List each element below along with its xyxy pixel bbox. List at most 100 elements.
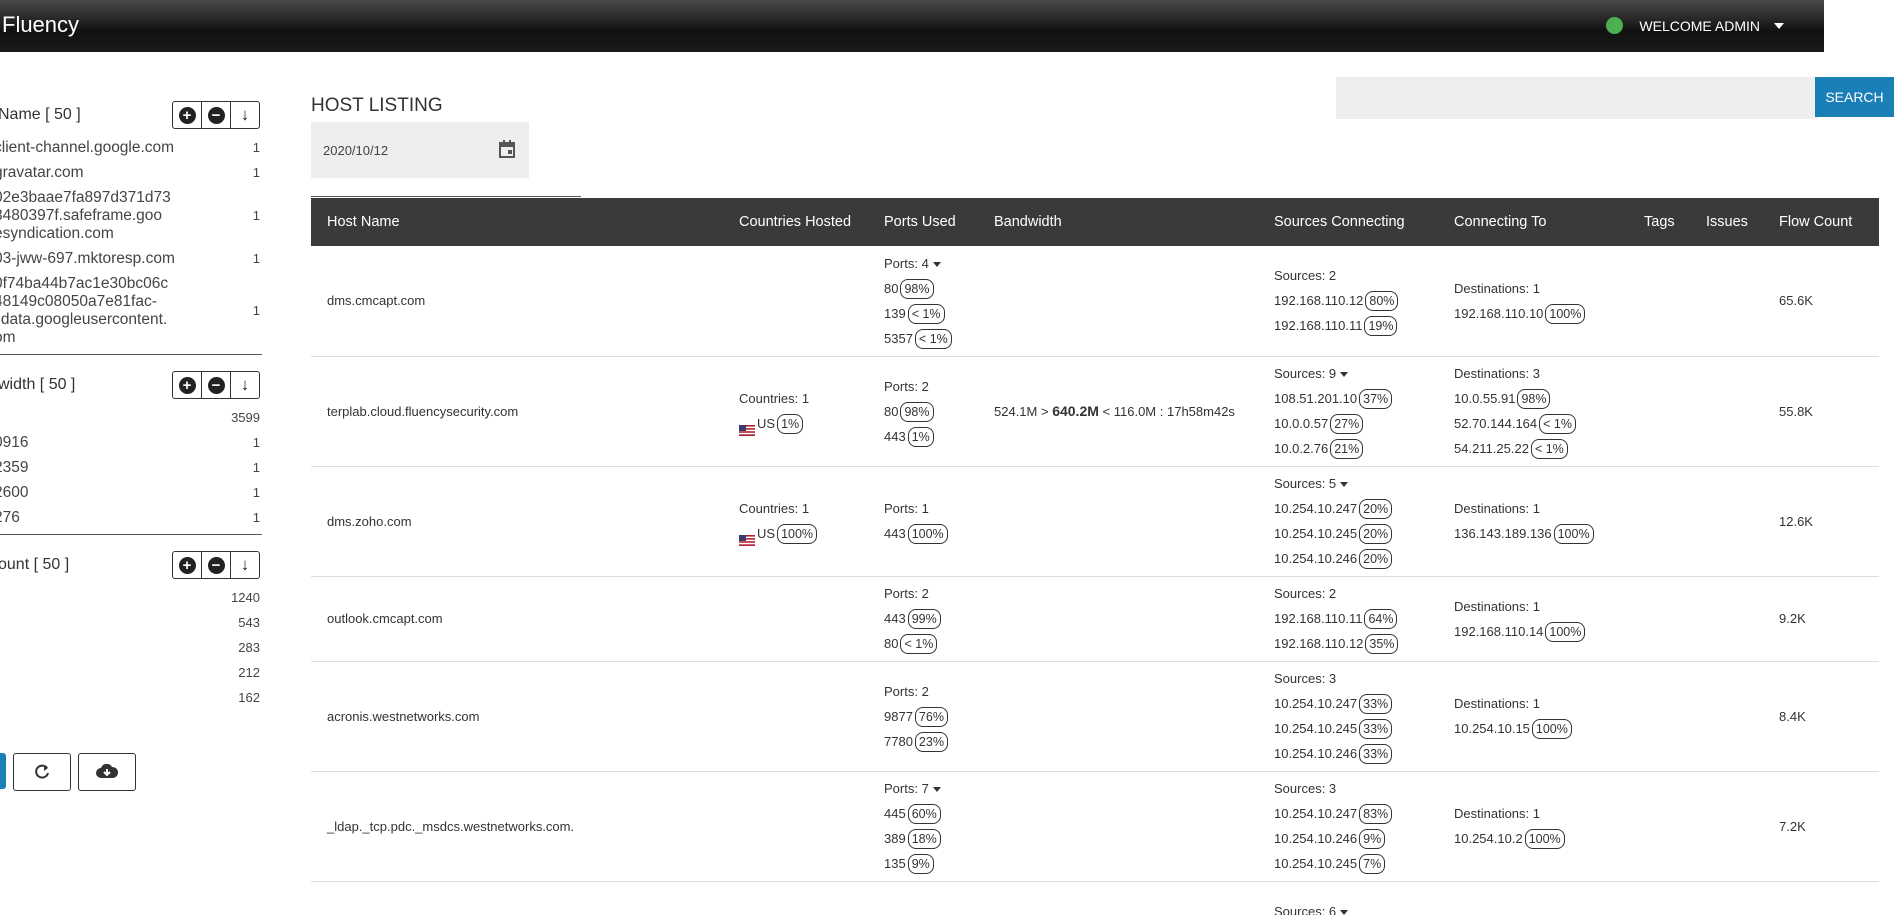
port[interactable]: 135 9% (884, 851, 986, 876)
facet-item[interactable]: 212 (0, 664, 262, 682)
destination-ip[interactable]: 10.254.10.15 100% (1454, 716, 1636, 741)
destination-ip[interactable]: 10.0.55.91 98% (1454, 386, 1636, 411)
destination-ip[interactable]: 192.168.110.10 100% (1454, 301, 1636, 326)
column-header[interactable]: Countries Hosted (731, 198, 876, 246)
column-header[interactable]: Connecting To (1446, 198, 1636, 246)
expand-button[interactable]: + (173, 102, 201, 128)
facet-item[interactable]: 0916 1 (0, 434, 262, 452)
cell-summary[interactable]: Sources: 5 (1274, 471, 1446, 496)
column-header[interactable]: Flow Count (1771, 198, 1879, 246)
sort-button[interactable]: ↓ (230, 372, 259, 398)
cell-summary[interactable]: Ports: 4 (884, 251, 986, 276)
table-row[interactable]: outlook.cmcapt.com Ports: 2 443 99% 80 < 1% So… (311, 576, 1879, 661)
port[interactable]: 7780 23% (884, 729, 986, 754)
source-ip[interactable]: 10.254.10.246 9% (1274, 826, 1446, 851)
port[interactable]: 443 1% (884, 424, 986, 449)
destination-ip[interactable]: 54.211.25.22 < 1% (1454, 436, 1636, 461)
source-ip[interactable]: 192.168.110.11 64% (1274, 606, 1446, 631)
facet-item[interactable]: 543 (0, 614, 262, 632)
user-menu[interactable]: WELCOME ADMIN (1606, 17, 1784, 34)
calendar-icon[interactable] (499, 140, 515, 158)
port[interactable]: 80 98% (884, 276, 986, 301)
collapse-button[interactable]: − (201, 372, 230, 398)
source-ip[interactable]: 192.168.110.11 19% (1274, 313, 1446, 338)
column-header[interactable]: Issues (1698, 198, 1771, 246)
facet-item[interactable]: 03-jww-697.mktoresp.com 1 (0, 250, 262, 268)
port[interactable]: 139 < 1% (884, 301, 986, 326)
source-ip[interactable]: 192.168.110.12 80% (1274, 288, 1446, 313)
facet-item[interactable]: client-channel.google.com 1 (0, 139, 262, 157)
table-row[interactable]: acronis.westnetworks.com Ports: 2 9877 76% 7… (311, 661, 1879, 771)
host-name[interactable]: dms.cmcapt.com (311, 293, 425, 308)
sort-button[interactable]: ↓ (230, 102, 259, 128)
source-ip[interactable]: 10.0.0.57 27% (1274, 411, 1446, 436)
host-name[interactable]: dms.zoho.com (311, 514, 412, 529)
facet-item[interactable]: 1240 (0, 589, 262, 607)
facet-item[interactable]: gravatar.com 1 (0, 164, 262, 182)
search-input[interactable] (1336, 77, 1818, 119)
port[interactable]: 443 99% (884, 606, 986, 631)
facet-item[interactable]: 2600 1 (0, 484, 262, 502)
country-entry[interactable]: US 100% (739, 521, 876, 547)
search-button[interactable]: SEARCH (1815, 77, 1894, 117)
port[interactable]: 443 100% (884, 521, 986, 546)
source-ip[interactable]: 10.0.2.76 21% (1274, 436, 1446, 461)
brand-logo[interactable]: Fluency (2, 12, 79, 38)
table-row[interactable]: terplab.cloud.fluencysecurity.com Countri… (311, 356, 1879, 466)
port[interactable]: 389 18% (884, 826, 986, 851)
facet-item[interactable]: 162 (0, 689, 262, 707)
destination-ip[interactable]: 10.254.10.2 100% (1454, 826, 1636, 851)
column-header[interactable]: Sources Connecting (1266, 198, 1446, 246)
facet-item[interactable]: 283 (0, 639, 262, 657)
port[interactable]: 80 < 1% (884, 631, 986, 656)
column-header[interactable]: Tags (1636, 198, 1698, 246)
date-picker[interactable]: 2020/10/12 (311, 122, 529, 178)
source-ip[interactable]: 10.254.10.247 20% (1274, 496, 1446, 521)
host-name[interactable]: acronis.westnetworks.com (311, 709, 479, 724)
expand-button[interactable]: + (173, 552, 201, 578)
table-row[interactable]: _ldap._tcp.pdc._msdcs.westnetworks.com. P… (311, 771, 1879, 881)
destination-ip[interactable]: 192.168.110.14 100% (1454, 619, 1636, 644)
column-header[interactable]: Ports Used (876, 198, 986, 246)
host-name[interactable] (311, 904, 327, 915)
sort-button[interactable]: ↓ (230, 552, 259, 578)
table-row[interactable]: Sources: 6 (311, 881, 1879, 915)
source-ip[interactable]: 10.254.10.246 33% (1274, 741, 1446, 766)
source-ip[interactable]: 10.254.10.247 33% (1274, 691, 1446, 716)
host-name[interactable]: terplab.cloud.fluencysecurity.com (311, 404, 518, 419)
column-header[interactable]: Bandwidth (986, 198, 1266, 246)
destination-ip[interactable]: 52.70.144.164 < 1% (1454, 411, 1636, 436)
facet-item[interactable]: 0f74ba44b7ac1e30bc06c 48149c08050a7e81fa… (0, 275, 262, 347)
collapse-button[interactable]: − (201, 552, 230, 578)
host-name[interactable]: outlook.cmcapt.com (311, 611, 443, 626)
cell-summary[interactable]: Sources: 6 (1274, 899, 1446, 915)
cell-summary[interactable]: Ports: 7 (884, 776, 986, 801)
country-entry[interactable]: US 1% (739, 411, 876, 437)
refresh-button[interactable] (13, 753, 71, 791)
collapse-button[interactable]: − (201, 102, 230, 128)
source-ip[interactable]: 108.51.201.10 37% (1274, 386, 1446, 411)
download-button[interactable] (78, 753, 136, 791)
facet-item[interactable]: 02e3baae7fa897d371d73 3480397f.safeframe… (0, 189, 262, 243)
source-ip[interactable]: 10.254.10.247 83% (1274, 801, 1446, 826)
column-header[interactable]: Host Name (311, 198, 731, 246)
host-name[interactable]: _ldap._tcp.pdc._msdcs.westnetworks.com. (311, 819, 574, 834)
facet-item[interactable]: 276 1 (0, 509, 262, 527)
table-row[interactable]: dms.zoho.com Countries: 1 US 100% Ports: 1 44… (311, 466, 1879, 576)
port[interactable]: 445 60% (884, 801, 986, 826)
port[interactable]: 80 98% (884, 399, 986, 424)
facet-item[interactable]: 2359 1 (0, 459, 262, 477)
table-row[interactable]: dms.cmcapt.com Ports: 4 80 98% 139 < 1% 5357 < … (311, 246, 1879, 356)
source-ip[interactable]: 10.254.10.246 20% (1274, 546, 1446, 571)
source-ip[interactable]: 192.168.110.12 35% (1274, 631, 1446, 656)
expand-button[interactable]: + (173, 372, 201, 398)
port[interactable]: 9877 76% (884, 704, 986, 729)
apply-button[interactable] (0, 753, 6, 789)
source-ip[interactable]: 10.254.10.245 33% (1274, 716, 1446, 741)
destination-ip[interactable]: 136.143.189.136 100% (1454, 521, 1636, 546)
source-ip[interactable]: 10.254.10.245 20% (1274, 521, 1446, 546)
facet-item[interactable]: 3599 (0, 409, 262, 427)
port[interactable]: 5357 < 1% (884, 326, 986, 351)
cell-summary[interactable]: Sources: 9 (1274, 361, 1446, 386)
source-ip[interactable]: 10.254.10.245 7% (1274, 851, 1446, 876)
